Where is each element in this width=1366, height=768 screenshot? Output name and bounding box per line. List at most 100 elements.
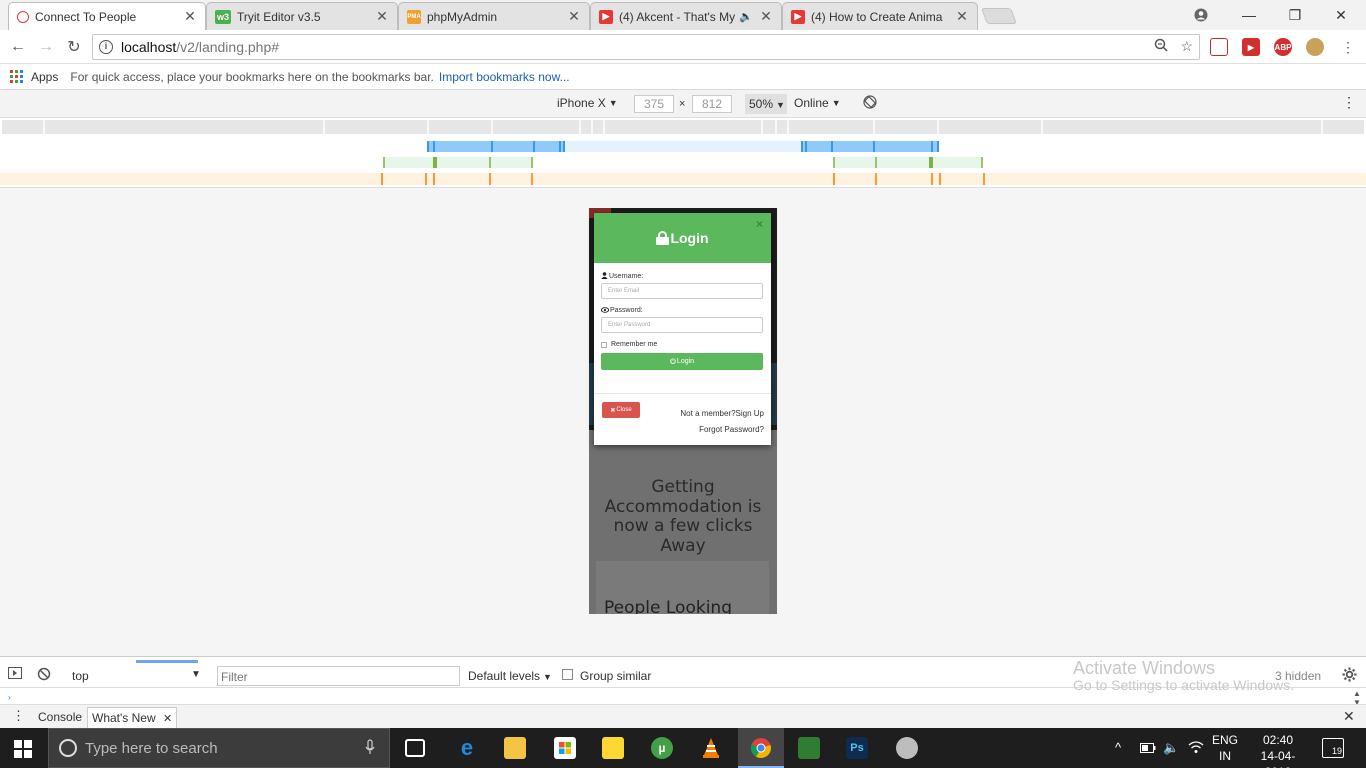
action-center-icon[interactable]: 19	[1322, 738, 1344, 758]
system-clock[interactable]: 02:40 14-04-2018	[1252, 732, 1304, 768]
eye-icon	[600, 306, 610, 315]
task-view-icon[interactable]	[405, 739, 425, 757]
battery-icon[interactable]	[1140, 741, 1156, 756]
tab-close-icon[interactable]: ✕	[163, 713, 172, 725]
profile-icon[interactable]	[1178, 0, 1224, 30]
tab-title: phpMyAdmin	[427, 9, 498, 24]
password-input[interactable]: Enter Password	[601, 317, 763, 333]
modal-title: Login	[670, 230, 709, 246]
vlc-icon[interactable]	[700, 737, 722, 759]
height-input[interactable]: 812	[692, 95, 732, 113]
tagline-line: Accommodation is	[604, 496, 762, 517]
reload-icon[interactable]: ↻	[62, 36, 86, 58]
console-filter-input[interactable]: Filter	[217, 666, 460, 686]
speaker-icon[interactable]: 🔈	[739, 10, 753, 23]
tab-close-icon[interactable]: ✕	[375, 8, 389, 25]
signup-link[interactable]: Not a member?Sign Up	[680, 406, 764, 422]
excel-chart-icon[interactable]	[798, 737, 820, 759]
context-select[interactable]: top	[72, 669, 89, 683]
drawer-menu-icon[interactable]: ⋮	[12, 708, 25, 724]
modal-close-icon[interactable]: ×	[756, 217, 763, 231]
address-bar[interactable]: i localhost/v2/landing.php# ☆	[92, 34, 1200, 60]
cookie-icon[interactable]	[1306, 38, 1324, 56]
dropdown-caret-icon[interactable]: ▼	[191, 669, 201, 680]
tab-close-icon[interactable]: ✕	[183, 8, 197, 25]
close-button-label: Close	[616, 407, 632, 413]
width-input[interactable]: 375	[634, 95, 674, 113]
pma-icon: PMA	[407, 9, 421, 24]
tab-how-to-create[interactable]: ▶ (4) How to Create Anima ✕	[782, 2, 978, 30]
new-tab-button[interactable]	[981, 8, 1017, 24]
login-button[interactable]: Login	[601, 353, 763, 370]
remember-checkbox[interactable]	[601, 341, 607, 348]
username-input[interactable]: Enter Email	[601, 283, 763, 299]
utorrent-icon[interactable]: µ	[651, 737, 673, 759]
adblock-icon[interactable]: ABP	[1274, 38, 1292, 56]
close-button[interactable]: ✖ Close	[602, 402, 640, 418]
lang-code: ENG	[1212, 733, 1239, 747]
devtools-console: top ▼ Filter Default levels ▼ Group simil…	[0, 656, 1366, 729]
console-prompt-icon[interactable]: ›	[8, 693, 11, 702]
tab-close-icon[interactable]: ✕	[955, 8, 969, 25]
store-icon[interactable]	[554, 737, 576, 759]
apps-link[interactable]: Apps	[31, 70, 58, 84]
password-label-text: Password:	[610, 306, 643, 314]
back-arrow-icon[interactable]: ←	[6, 36, 30, 58]
edge-icon[interactable]: e	[456, 735, 478, 760]
microphone-icon[interactable]	[365, 738, 375, 758]
volume-icon[interactable]: 🔈	[1163, 740, 1179, 756]
tab-connect-to-people[interactable]: Connect To People ✕	[8, 2, 206, 30]
password-label: Password:	[600, 305, 764, 315]
activate-windows-subtitle: Go to Settings to activate Windows.	[1073, 677, 1294, 693]
login-button-label: Login	[676, 358, 695, 365]
photoshop-icon[interactable]: Ps	[846, 737, 868, 759]
settings-gear-icon[interactable]	[1342, 667, 1357, 685]
pocket-icon[interactable]	[1210, 38, 1228, 56]
video-ext-icon[interactable]: ▶	[1242, 38, 1260, 56]
hero-tagline: Getting Accommodation is now a few click…	[589, 477, 777, 556]
clear-console-icon[interactable]	[37, 667, 51, 684]
close-drawer-icon[interactable]: ✕	[1343, 708, 1355, 725]
levels-select[interactable]: Default levels ▼	[468, 669, 552, 683]
bookmarks-bar: Apps For quick access, place your bookma…	[0, 64, 1366, 90]
chrome-menu-icon[interactable]: ⋮	[1336, 36, 1360, 58]
more-options-icon[interactable]: ⋮	[1342, 94, 1356, 111]
minimize-button[interactable]: —	[1226, 0, 1272, 30]
import-bookmarks-link[interactable]: Import bookmarks now...	[439, 70, 570, 84]
windows-start-icon[interactable]	[14, 740, 32, 758]
media-query-bars[interactable]	[0, 118, 1366, 188]
tab-whats-new[interactable]: What's New ✕	[87, 707, 178, 728]
restore-button[interactable]: ❐	[1272, 0, 1318, 30]
tab-console[interactable]: Console	[38, 710, 82, 724]
tray-chevron-icon[interactable]: ^	[1115, 740, 1121, 755]
language-indicator[interactable]: ENG IN	[1212, 732, 1238, 764]
forgot-password-link[interactable]: Forgot Password?	[680, 422, 764, 438]
tab-phpmyadmin[interactable]: PMA phpMyAdmin ✕	[398, 2, 590, 30]
chrome-icon[interactable]	[750, 737, 772, 759]
info-icon[interactable]: i	[99, 40, 113, 54]
region-code: IN	[1219, 749, 1231, 763]
network-select[interactable]: Online ▼	[794, 96, 841, 110]
zoom-select[interactable]: 50% ▼	[745, 94, 787, 114]
sidebar-toggle-icon[interactable]	[8, 667, 22, 682]
apps-grid-icon[interactable]	[10, 70, 23, 83]
rotate-icon[interactable]	[863, 95, 877, 109]
file-explorer-icon[interactable]	[504, 737, 526, 759]
paint-icon[interactable]	[896, 737, 918, 759]
tab-akcent[interactable]: ▶ (4) Akcent - That's My 🔈 ✕	[590, 2, 782, 30]
forward-arrow-icon[interactable]: →	[34, 36, 58, 58]
bookmark-star-icon[interactable]: ☆	[1180, 38, 1193, 55]
group-similar-checkbox[interactable]	[562, 669, 573, 680]
tab-close-icon[interactable]: ✕	[567, 8, 581, 25]
wifi-icon[interactable]	[1188, 740, 1204, 757]
close-window-button[interactable]: ✕	[1318, 0, 1364, 30]
taskbar-search[interactable]: Type here to search	[48, 728, 390, 768]
remember-me[interactable]: Remember me	[601, 341, 764, 348]
modal-header: Login ×	[594, 213, 771, 263]
sticky-notes-icon[interactable]	[602, 737, 624, 759]
device-name: iPhone X	[557, 96, 606, 110]
zoom-icon[interactable]	[1154, 38, 1168, 55]
tab-close-icon[interactable]: ✕	[759, 8, 773, 25]
tab-tryit-editor[interactable]: w3 Tryit Editor v3.5 ✕	[206, 2, 398, 30]
device-select[interactable]: iPhone X ▼	[557, 96, 618, 110]
